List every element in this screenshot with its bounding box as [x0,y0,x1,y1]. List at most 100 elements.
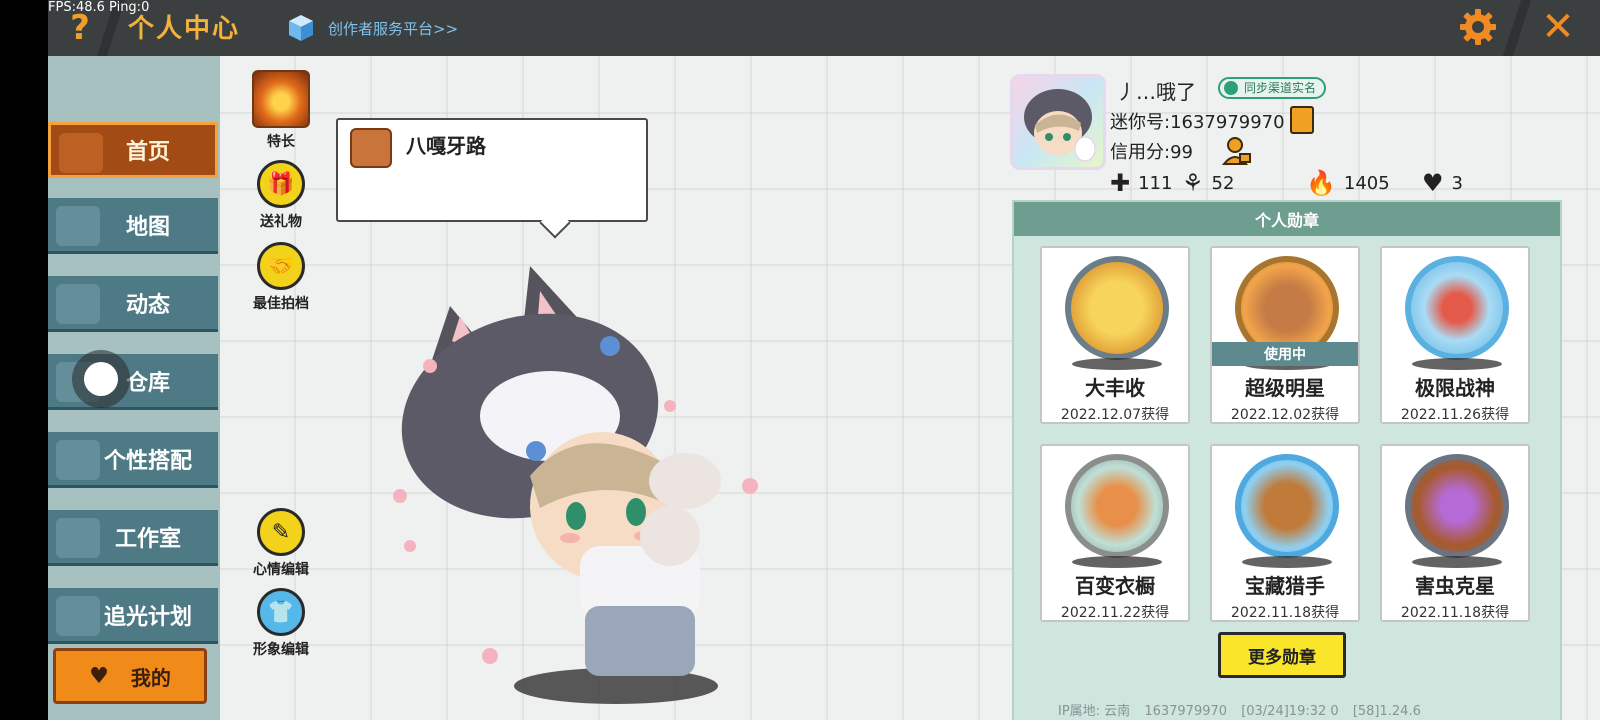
mood-edit-label: 心情编辑 [253,562,309,578]
heart-icon: ♥ [89,663,109,689]
sidebar-item-map[interactable]: 地图 [48,198,218,254]
ip-location: IP属地: 云南 [1058,704,1131,719]
footer-version: [58]1.24.6 [1352,704,1421,719]
skill-button[interactable]: 特长 [246,70,316,151]
gift-label: 送礼物 [260,214,302,230]
gear-icon[interactable] [1458,7,1498,47]
creator-platform-link[interactable]: 创作者服务平台>> [286,10,458,46]
clothes-icon: 👕 [257,588,305,636]
medal-name: 大丰收 [1085,376,1145,400]
mine-label: 我的 [130,665,171,690]
stat-value: 1405 [1343,172,1390,194]
medal-name: 宝藏猎手 [1245,574,1325,598]
medal-date: 2022.12.02获得 [1230,407,1340,423]
look-edit-label: 形象编辑 [253,642,309,658]
medal-harvest-icon [1065,256,1169,360]
medal-date: 2022.11.26获得 [1400,407,1510,423]
top-divider [1502,0,1532,56]
more-medals-button[interactable]: 更多勋章 [1218,632,1346,678]
medal-name: 百变衣橱 [1075,574,1155,598]
sidebar-item-home[interactable]: 首页 [48,122,218,178]
medal-panel: 个人勋章 大丰收 2022.12.07获得 使用中 超级明星 2022.12.0… [1012,200,1562,720]
top-bar: ? 个人中心 创作者服务平台>> ✕ [48,0,1600,56]
sidebar-item-label: 动态 [125,292,170,318]
medal-shadow [1412,556,1502,568]
sidebar-item-label: 个性搭配 [103,448,192,474]
stat-cheer[interactable]: ⚘ 52 [1182,166,1234,200]
mine-button[interactable]: ♥ 我的 [53,648,207,704]
flame-icon: 🔥 [1306,169,1336,197]
stat-value: 3 [1451,172,1463,194]
medal-name: 极限战神 [1415,376,1495,400]
edit-icon: ✎ [257,508,305,556]
sidebar-item-outfit[interactable]: 个性搭配 [48,432,218,488]
mood-bubble: 八嘎牙路 [336,118,648,222]
plus-box-icon: ✚ [1110,169,1131,197]
skill-label: 特长 [267,134,295,150]
medal-date: 2022.11.18获得 [1230,605,1340,621]
credit-score: 信用分:99 [1110,142,1193,163]
medal-treasure-icon [1235,454,1339,558]
medal-date: 2022.12.07获得 [1060,407,1170,423]
assist-ball-dot [84,362,118,396]
footer-uid: 1637979970 [1144,704,1228,719]
stat-hearts[interactable]: ♥ 3 [1422,166,1463,200]
fps-overlay: FPS:48.6 Ping:0 [48,0,150,15]
player-avatar-character[interactable] [380,246,760,716]
sidebar-item-feed[interactable]: 动态 [48,276,218,332]
medal-panel-title: 个人勋章 [1014,202,1560,236]
mini-id: 迷你号:1637979970 [1110,112,1285,133]
creator-platform-label: 创作者服务平台>> [328,19,459,38]
medal-wardrobe-icon [1065,454,1169,558]
medal-pest-icon [1405,454,1509,558]
close-button[interactable]: ✕ [1538,4,1578,50]
map-icon [56,206,100,246]
mood-edit-button[interactable]: ✎ 心情编辑 [246,508,316,579]
avatar-portrait [1024,89,1096,162]
medal-shadow [1072,358,1162,370]
medal-card[interactable]: 大丰收 2022.12.07获得 [1040,246,1190,424]
sync-realname-badge[interactable]: 同步渠道实名 [1218,77,1327,99]
medal-date: 2022.11.22获得 [1060,605,1170,621]
sidebar-item-label: 首页 [125,140,170,165]
footer-time: [03/24]19:32 0 [1241,704,1339,719]
cube-icon [289,15,313,41]
medal-card[interactable]: 害虫克星 2022.11.18获得 [1380,444,1530,622]
medal-name: 害虫克星 [1415,574,1495,598]
medal-date: 2022.11.18获得 [1400,605,1510,621]
handshake-icon: 🤝 [257,242,305,290]
look-edit-button[interactable]: 👕 形象编辑 [246,588,316,659]
mood-text: 八嘎牙路 [406,134,486,158]
sidebar-item-label: 追光计划 [103,604,192,630]
gift-icon: 🎁 [257,160,305,208]
medal-boss-icon [1405,256,1509,360]
credit-user-icon[interactable] [1222,136,1252,166]
stat-value: 52 [1211,172,1235,194]
medal-card[interactable]: 极限战神 2022.11.26获得 [1380,246,1530,424]
stat-flame[interactable]: 🔥 1405 [1306,166,1390,200]
skill-icon [252,70,310,128]
personal-center-screen: ? 个人中心 创作者服务平台>> ✕ 首页 地图 动态 仓库 个性搭配 工作室 … [48,0,1600,720]
medal-card[interactable]: 使用中 超级明星 2022.12.02获得 [1210,246,1360,424]
sidebar-item-studio[interactable]: 工作室 [48,510,218,566]
mood-box-icon [350,128,392,168]
medal-shadow [1072,556,1162,568]
copy-icon[interactable] [1290,106,1314,134]
sidebar-item-light-plan[interactable]: 追光计划 [48,588,218,644]
bell-icon [56,284,100,324]
sidebar-item-label: 地图 [125,214,170,240]
floating-assist-ball[interactable] [72,350,130,408]
gift-button[interactable]: 🎁 送礼物 [246,160,316,231]
medal-shadow [1412,358,1502,370]
medal-card[interactable]: 宝藏猎手 2022.11.18获得 [1210,444,1360,622]
partner-label: 最佳拍档 [253,296,309,312]
nickname: 丿…哦了 [1116,80,1196,104]
medal-name: 超级明星 [1245,376,1325,400]
medal-shadow [1242,556,1332,568]
profile-avatar[interactable] [1010,74,1106,170]
profile-stats: ✚ 111 ⚘ 52 🔥 1405 ♥ 3 [1110,166,1490,200]
stat-add[interactable]: ✚ 111 [1110,166,1172,200]
hearts-icon: ♥ [1422,169,1444,197]
medal-card[interactable]: 百变衣橱 2022.11.22获得 [1040,444,1190,622]
partner-button[interactable]: 🤝 最佳拍档 [246,242,316,313]
